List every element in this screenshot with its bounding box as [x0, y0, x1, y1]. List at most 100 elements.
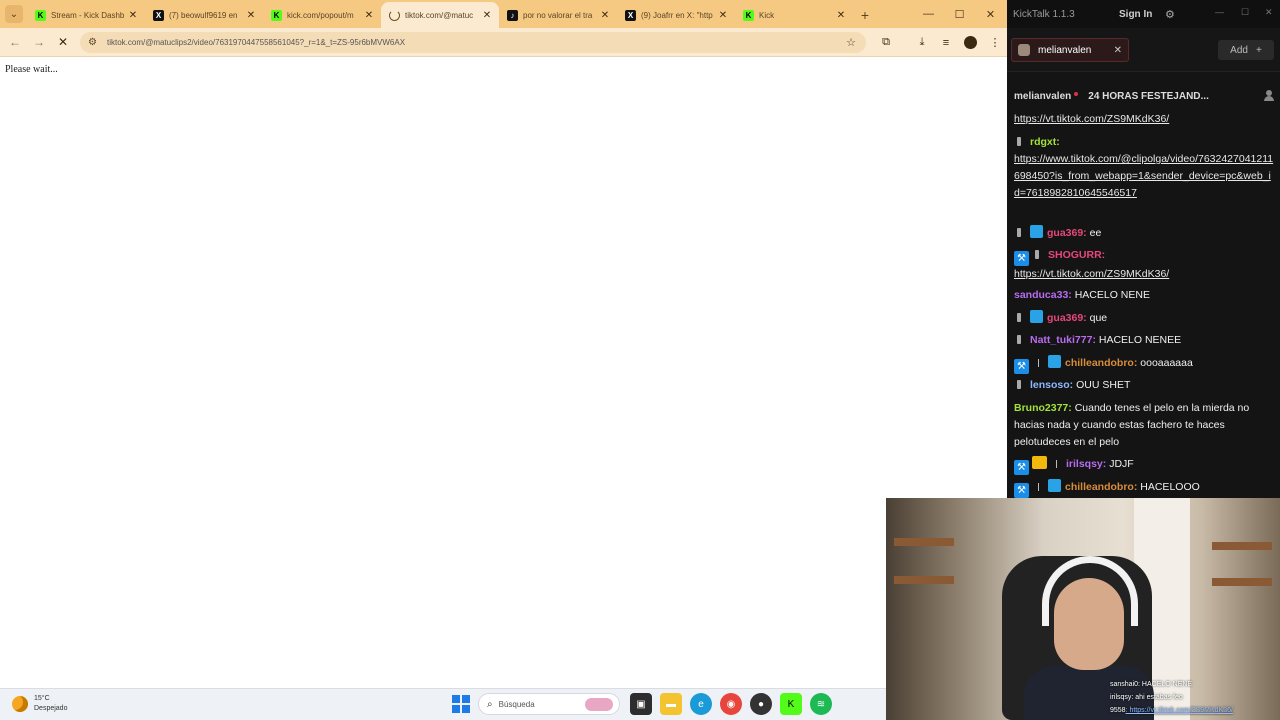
chat-message: sanduca33: HACELO NENE [1014, 287, 1274, 304]
chat-username[interactable]: Natt_tuki777: [1030, 334, 1096, 346]
maximize-icon[interactable]: ☐ [944, 0, 975, 28]
chat-text: HACELO NENEE [1098, 334, 1182, 346]
profile-avatar[interactable] [964, 36, 977, 49]
close-icon[interactable]: ✕ [717, 10, 729, 21]
chrome-icon[interactable]: ◉ [720, 693, 742, 715]
overlay-text: : ahi estabas feo [1131, 694, 1183, 701]
chat-link[interactable]: https://vt.tiktok.com/ZS9MKdK36/ [1014, 268, 1169, 280]
chat-username[interactable]: chilleandobro: [1065, 481, 1137, 493]
windows-taskbar: 15°C Despejado ⌕ Búsqueda ▣ ▬ e ◉ ● K ≋ [0, 688, 1007, 720]
chat-message: gua369: que [1014, 310, 1274, 327]
chat-username[interactable]: gua369: [1047, 227, 1087, 239]
channel-tab-melianvalen[interactable]: melianvalen ✕ [1011, 38, 1129, 62]
close-icon[interactable]: ✕ [245, 10, 257, 21]
tab-tiktok-active[interactable]: tiktok.com/@matuc ✕ [381, 2, 499, 28]
maximize-icon[interactable]: ☐ [1241, 7, 1249, 18]
minimize-icon[interactable]: — [913, 0, 944, 28]
taskbar-search[interactable]: ⌕ Búsqueda [478, 693, 620, 715]
task-view-icon[interactable]: ▣ [630, 693, 652, 715]
minimize-icon[interactable]: — [1215, 7, 1224, 17]
chat-username[interactable]: lensoso: [1030, 379, 1073, 391]
back-icon[interactable]: ← [3, 30, 27, 54]
chat-link[interactable]: https://vt.tiktok.com/ZS9MKdK36/ [1014, 113, 1169, 125]
tab-x-beowulf[interactable]: X (7) beowulf9619 en ✕ [145, 2, 263, 28]
overlay-link: : https://vt.tiktok.com/ZS9MKdK36/ [1125, 707, 1233, 714]
tab-strip: ⌄ K Stream - Kick Dashb ✕ X (7) beowulf9… [0, 0, 1007, 28]
badge-icon [1017, 380, 1021, 389]
file-explorer-icon[interactable]: ▬ [660, 693, 682, 715]
add-channel-button[interactable]: Add + [1218, 40, 1274, 60]
close-icon[interactable]: ✕ [481, 10, 493, 21]
tab-kick-popout[interactable]: K kick.com/popout/m ✕ [263, 2, 381, 28]
chat-text: oooaaaaaa [1140, 357, 1193, 369]
toolbar-actions: ⧉ ⤓ ≡ ⋮ [874, 28, 1007, 57]
close-icon[interactable]: ✕ [1114, 45, 1122, 56]
settings-icon[interactable]: ⚙ [1165, 8, 1175, 21]
chat-username[interactable]: rdgxt: [1030, 136, 1060, 148]
chat-message: ⚒ SHOGURR: https://vt.tiktok.com/ZS9MKdK3… [1014, 247, 1274, 283]
tiktok-icon: ♪ [507, 9, 518, 21]
tab-label: por no valorar el tra [523, 10, 593, 20]
chat-message: https://vt.tiktok.com/ZS9MKdK36/ [1014, 111, 1274, 128]
close-icon[interactable]: ✕ [363, 10, 375, 21]
tab-label: kick.com/popout/m [287, 10, 354, 20]
menu-kebab-icon[interactable]: ⋮ [983, 36, 1007, 49]
weather-widget[interactable]: 15°C Despejado [12, 694, 67, 714]
crown-badge-icon [1032, 456, 1047, 469]
chat-username[interactable]: Bruno2377: [1014, 402, 1072, 414]
shelf [1212, 578, 1272, 586]
obs-icon[interactable]: ● [750, 693, 772, 715]
spotify-icon[interactable]: ≋ [810, 693, 832, 715]
overlay-text: : HACELO NENE [1138, 681, 1193, 688]
media-control-icon[interactable]: ≡ [934, 37, 958, 49]
extensions-icon[interactable]: ⧉ [874, 36, 898, 49]
close-icon[interactable]: ✕ [127, 10, 139, 21]
window-controls: — ☐ ✕ [913, 0, 1006, 28]
address-bar[interactable]: ⚙ tiktok.com/@matuclips2/video/763197044… [80, 32, 866, 53]
bookmark-star-icon[interactable]: ☆ [846, 36, 856, 49]
forward-icon[interactable]: → [27, 30, 51, 54]
tab-kick[interactable]: K Kick ✕ [735, 2, 853, 28]
sub-badge-icon [1030, 310, 1043, 323]
browser-toolbar: ← → ✕ ⚙ tiktok.com/@matuclips2/video/763… [0, 28, 1007, 57]
close-window-icon[interactable]: ✕ [975, 0, 1006, 28]
weather-desc: Despejado [34, 705, 68, 712]
chat-messages[interactable]: https://vt.tiktok.com/ZS9MKdK36/ rdgxt: … [1007, 110, 1280, 500]
chat-message: Natt_tuki777: HACELO NENEE [1014, 332, 1274, 349]
sub-badge-icon [1030, 225, 1043, 238]
url-text[interactable]: tiktok.com/@matuclips2/video/76319704475… [107, 38, 405, 47]
new-tab-button[interactable]: + [853, 2, 877, 28]
chat-message: ⚒ chilleandobro: oooaaaaaa [1014, 355, 1274, 374]
taskbar-apps: ⌕ Búsqueda ▣ ▬ e ◉ ● K ≋ [452, 693, 836, 715]
weather-text: 15°C Despejado [34, 694, 67, 714]
close-icon[interactable]: ✕ [599, 10, 611, 21]
stop-loading-icon[interactable]: ✕ [51, 30, 75, 54]
chat-username[interactable]: SHOGURR: [1048, 249, 1105, 261]
channel-tab-label: melianvalen [1038, 44, 1092, 56]
chat-username[interactable]: gua369: [1047, 312, 1087, 324]
chat-link[interactable]: https://www.tiktok.com/@clipolga/video/7… [1014, 153, 1273, 199]
edge-icon[interactable]: e [690, 693, 712, 715]
tab-kick-dashboard[interactable]: K Stream - Kick Dashb ✕ [27, 2, 145, 28]
badge-icon [1017, 137, 1021, 146]
chat-username[interactable]: sanduca33: [1014, 289, 1072, 301]
chat-text: que [1089, 312, 1108, 324]
download-icon[interactable]: ⤓ [910, 36, 934, 49]
tab-x-joafrr[interactable]: X (9) Joafrr en X: "http ✕ [617, 2, 735, 28]
sub-badge-icon [1048, 479, 1061, 492]
user-icon[interactable] [1264, 90, 1274, 101]
overlay-line: sanshai0: HACELO NENE [1110, 678, 1280, 691]
close-icon[interactable]: ✕ [835, 10, 847, 21]
tab-tiktok-video[interactable]: ♪ por no valorar el tra ✕ [499, 2, 617, 28]
stream-header: melianvalen 24 HORAS FESTEJAND... [1007, 84, 1280, 108]
stream-title: 24 HORAS FESTEJAND... [1088, 90, 1209, 102]
kick-icon: K [271, 9, 282, 21]
chat-username[interactable]: irilsqsy: [1066, 458, 1106, 470]
chat-username[interactable]: chilleandobro: [1065, 357, 1137, 369]
site-info-icon[interactable]: ⚙ [88, 37, 97, 48]
sign-in-button[interactable]: Sign In [1119, 9, 1152, 20]
tab-search-button[interactable]: ⌄ [5, 5, 23, 23]
windows-start-icon[interactable] [452, 695, 470, 713]
close-window-icon[interactable]: ✕ [1265, 7, 1273, 18]
kick-app-icon[interactable]: K [780, 693, 802, 715]
